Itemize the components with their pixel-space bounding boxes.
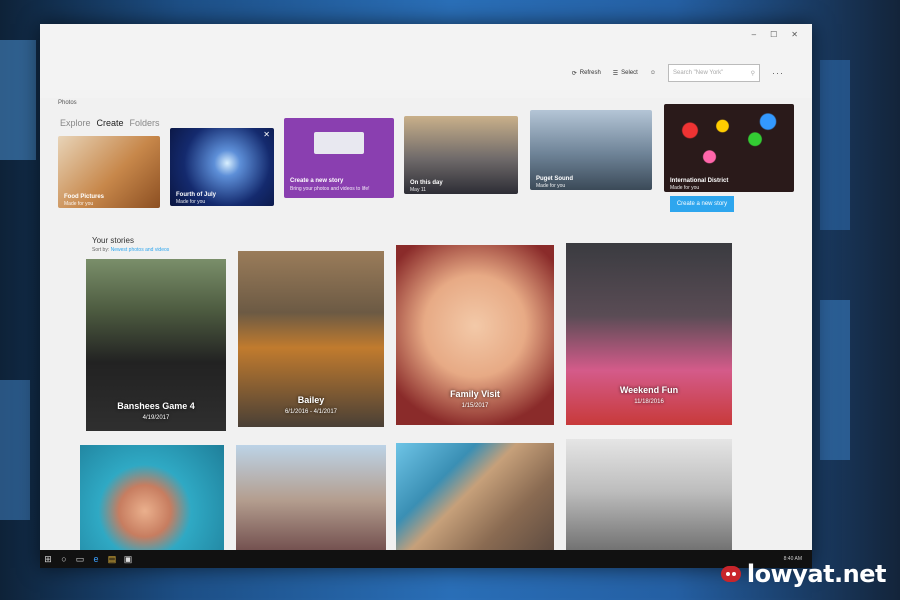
sort-prefix: Sort by: bbox=[92, 247, 110, 253]
suggestion-card[interactable]: International District Made for you bbox=[664, 104, 794, 192]
story-title: Banshees Game 4 bbox=[117, 401, 195, 411]
person-icon: ☺ bbox=[649, 70, 656, 76]
story-title: Family Visit bbox=[450, 389, 500, 399]
refresh-icon: ⟳ bbox=[571, 70, 577, 77]
photos-app-window: – ☐ ✕ ⟳ Refresh ☰ Select ☺ Search "New Y… bbox=[40, 24, 812, 568]
refresh-button[interactable]: ⟳ Refresh bbox=[572, 70, 601, 77]
background-block bbox=[0, 40, 36, 160]
refresh-label: Refresh bbox=[579, 70, 601, 76]
watermark-text: lowyat.net bbox=[746, 560, 887, 588]
suggestion-label: Fourth of July bbox=[176, 192, 216, 198]
background-block bbox=[0, 380, 30, 520]
sort-control[interactable]: Sort by: Newest photos and videos bbox=[92, 247, 169, 253]
story-tile[interactable] bbox=[80, 445, 224, 555]
story-title: Weekend Fun bbox=[619, 385, 679, 395]
suggestion-card[interactable]: Create a new story Bring your photos and… bbox=[284, 118, 394, 198]
suggestion-label: Create a new story bbox=[290, 178, 344, 184]
windows-start-icon[interactable]: ⊞ bbox=[40, 550, 56, 568]
story-date: 11/18/2016 bbox=[634, 399, 664, 405]
close-icon[interactable]: ✕ bbox=[263, 130, 270, 139]
suggestion-label: International District bbox=[670, 178, 729, 184]
search-icon[interactable]: ○ bbox=[56, 550, 72, 568]
suggestion-card[interactable]: On this day May 11 bbox=[404, 116, 518, 194]
background-block bbox=[820, 300, 850, 460]
title-bar bbox=[40, 24, 812, 98]
story-preview-icon bbox=[314, 132, 364, 154]
suggestion-sub: Made for you bbox=[536, 183, 566, 189]
windows-taskbar: ⊞ ○ ▭ e ▤ ▣ 8:40 AM bbox=[40, 550, 812, 568]
edge-browser-icon[interactable]: e bbox=[88, 550, 104, 568]
story-date: 4/19/2017 bbox=[142, 415, 170, 421]
suggestion-label: On this day bbox=[410, 180, 443, 186]
close-button[interactable]: ✕ bbox=[791, 30, 798, 39]
suggestion-card[interactable]: Food Pictures Made for you bbox=[58, 136, 160, 208]
suggestion-sub: Made for you bbox=[670, 185, 700, 191]
stories-header: Your stories Sort by: Newest photos and … bbox=[92, 236, 169, 253]
create-story-button[interactable]: Create a new story bbox=[670, 196, 734, 212]
story-tile[interactable] bbox=[566, 439, 732, 555]
account-button[interactable]: ☺ bbox=[650, 70, 656, 76]
lowyat-logo-icon bbox=[720, 566, 741, 582]
story-title: Bailey bbox=[297, 395, 325, 405]
background-block bbox=[820, 60, 850, 230]
suggestion-card[interactable]: ✕ Fourth of July Made for you bbox=[170, 128, 274, 206]
select-label: Select bbox=[621, 70, 638, 76]
suggestion-card[interactable]: Puget Sound Made for you bbox=[530, 110, 652, 190]
suggestion-sub: Bring your photos and videos to life! bbox=[290, 186, 370, 192]
maximize-button[interactable]: ☐ bbox=[770, 30, 777, 39]
select-icon: ☰ bbox=[612, 70, 619, 77]
suggestion-sub: May 11 bbox=[410, 187, 427, 193]
story-date: 6/1/2016 - 4/1/2017 bbox=[284, 409, 338, 415]
photos-app-icon[interactable]: ▣ bbox=[120, 550, 136, 568]
suggestion-label: Puget Sound bbox=[536, 176, 573, 182]
story-tile[interactable]: Weekend Fun 11/18/2016 bbox=[566, 243, 732, 425]
stories-title: Your stories bbox=[92, 236, 134, 245]
search-placeholder: Search "New York" bbox=[673, 70, 724, 76]
search-input[interactable]: Search "New York" ⚲ bbox=[668, 64, 760, 82]
story-tile[interactable] bbox=[236, 445, 386, 555]
suggestion-label: Food Pictures bbox=[64, 194, 105, 200]
suggestion-sub: Made for you bbox=[176, 199, 206, 205]
task-view-icon[interactable]: ▭ bbox=[72, 550, 88, 568]
story-tile[interactable]: Bailey 6/1/2016 - 4/1/2017 bbox=[238, 251, 384, 427]
suggestion-sub: Made for you bbox=[64, 201, 94, 207]
story-tile[interactable]: Banshees Game 4 4/19/2017 bbox=[86, 259, 226, 431]
app-title: Photos bbox=[58, 100, 77, 106]
minimize-button[interactable]: – bbox=[752, 30, 756, 39]
sort-value[interactable]: Newest photos and videos bbox=[111, 247, 170, 253]
file-explorer-icon[interactable]: ▤ bbox=[104, 550, 120, 568]
story-tile[interactable] bbox=[396, 443, 554, 555]
search-icon: ⚲ bbox=[750, 70, 755, 77]
story-tile[interactable]: Family Visit 1/15/2017 bbox=[396, 245, 554, 425]
command-bar: ⟳ Refresh ☰ Select ☺ Search "New York" ⚲… bbox=[572, 64, 784, 82]
more-options-button[interactable]: ··· bbox=[772, 68, 784, 78]
watermark: lowyat.net bbox=[720, 560, 887, 588]
window-controls: – ☐ ✕ bbox=[752, 30, 798, 39]
select-button[interactable]: ☰ Select bbox=[613, 70, 638, 77]
story-date: 1/15/2017 bbox=[461, 403, 489, 409]
